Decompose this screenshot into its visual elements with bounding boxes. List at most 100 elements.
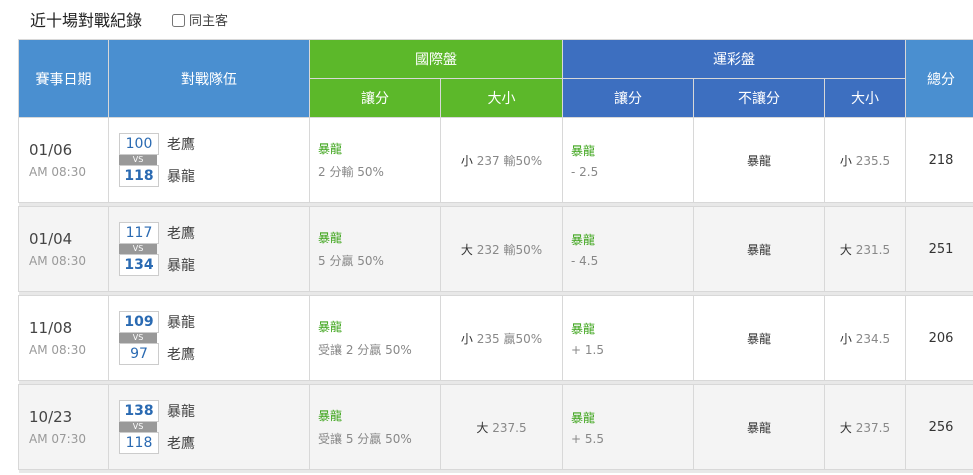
- lottery-handicap-cell: 暴龍 + 5.5: [562, 384, 694, 470]
- table-row: 01/06 AM 08:30 100 老鷹 VS 118 暴龍 暴龍 2 分輸 50…: [18, 117, 973, 203]
- vs-badge: VS: [119, 155, 157, 165]
- col-total-header: 總分: [905, 39, 973, 118]
- intl-overunder-cell: 大 237.5: [440, 384, 563, 470]
- intl-ou-value: 237 輸50%: [476, 153, 543, 168]
- col-lottery-handicap: 讓分: [562, 78, 694, 118]
- table-row: 11/08 AM 08:30 109 暴龍 VS 97 老鷹 暴龍 受讓 2 分贏 …: [18, 295, 973, 381]
- team1-name[interactable]: 老鷹: [167, 223, 195, 243]
- lottery-ou-side: 小: [839, 331, 852, 346]
- lottery-handicap-line: + 5.5: [571, 431, 604, 446]
- team1-score: 109: [119, 311, 159, 333]
- lottery-handicap-team: 暴龍: [571, 410, 596, 425]
- col-lottery-header: 運彩盤: [561, 39, 907, 79]
- lottery-handicap-cell: 暴龍 + 1.5: [562, 295, 694, 381]
- lottery-ou-side: 小: [839, 153, 852, 168]
- lottery-ou-value: 235.5: [855, 153, 891, 168]
- intl-ou-value: 235 贏50%: [476, 331, 543, 346]
- teams-cell: 138 暴龍 VS 118 老鷹: [108, 384, 310, 470]
- vs-badge: VS: [119, 422, 157, 432]
- intl-handicap-cell: 暴龍 受讓 5 分贏 50%: [309, 384, 441, 470]
- head-to-head-table: 賽事日期 對戰隊伍 國際盤 運彩盤 總分 讓分 大小 讓分 不讓分 大小 01/…: [18, 39, 973, 473]
- lottery-handicap-line: - 2.5: [571, 164, 599, 179]
- game-time: AM 08:30: [29, 254, 86, 268]
- game-date: 10/23: [29, 408, 73, 426]
- col-intl-handicap: 讓分: [309, 78, 441, 118]
- team1-name[interactable]: 暴龍: [167, 312, 195, 332]
- intl-overunder-cell: 大 232 輸50%: [440, 206, 563, 292]
- lottery-no-handicap-cell: 暴龍: [693, 117, 825, 203]
- intl-handicap-result: 5 分贏 50%: [318, 254, 384, 268]
- game-date: 01/06: [29, 141, 73, 159]
- lottery-overunder-cell: 大 237.5: [823, 384, 907, 470]
- col-intl-overunder: 大小: [440, 78, 563, 118]
- team1-name[interactable]: 暴龍: [167, 401, 195, 421]
- lottery-no-handicap-cell: 暴龍: [693, 295, 825, 381]
- lottery-no-handicap-cell: 暴龍: [693, 206, 825, 292]
- team2-name[interactable]: 老鷹: [167, 344, 195, 364]
- intl-handicap-team: 暴龍: [318, 320, 343, 334]
- same-home-away-toggle[interactable]: 同主客: [172, 10, 228, 29]
- intl-overunder-cell: 小 235 贏50%: [440, 295, 563, 381]
- team2-score: 97: [119, 343, 159, 365]
- team1-name[interactable]: 老鷹: [167, 134, 195, 154]
- col-lottery-no-handicap: 不讓分: [693, 78, 825, 118]
- intl-ou-value: 232 輸50%: [476, 242, 543, 257]
- same-home-away-checkbox[interactable]: [172, 14, 185, 27]
- teams-cell: 117 老鷹 VS 134 暴龍: [108, 206, 310, 292]
- total-score: 256: [905, 384, 973, 470]
- date-cell: 01/06 AM 08:30: [18, 117, 109, 203]
- intl-handicap-cell: 暴龍 2 分輸 50%: [309, 117, 441, 203]
- game-time: AM 08:30: [29, 343, 86, 357]
- team1-score: 100: [119, 133, 159, 155]
- team2-score: 118: [119, 432, 159, 454]
- team1-score: 117: [119, 222, 159, 244]
- col-intl-header: 國際盤: [309, 39, 563, 79]
- lottery-overunder-cell: 小 235.5: [823, 117, 907, 203]
- intl-ou-side: 大: [476, 420, 489, 435]
- intl-handicap-team: 暴龍: [318, 142, 343, 156]
- intl-handicap-result: 受讓 2 分贏 50%: [318, 343, 412, 357]
- lottery-handicap-team: 暴龍: [571, 143, 596, 158]
- team1-score: 138: [119, 400, 159, 422]
- total-score: 206: [905, 295, 973, 381]
- intl-handicap-team: 暴龍: [318, 231, 343, 245]
- intl-handicap-team: 暴龍: [318, 409, 343, 423]
- date-cell: 01/04 AM 08:30: [18, 206, 109, 292]
- lottery-ou-side: 大: [839, 420, 852, 435]
- lottery-overunder-cell: 大 231.5: [823, 206, 907, 292]
- teams-cell: 100 老鷹 VS 118 暴龍: [108, 117, 310, 203]
- team2-score: 134: [119, 254, 159, 276]
- col-teams-header: 對戰隊伍: [108, 39, 310, 118]
- team2-name[interactable]: 老鷹: [167, 433, 195, 453]
- intl-handicap-result: 2 分輸 50%: [318, 165, 384, 179]
- lottery-ou-value: 231.5: [855, 242, 891, 257]
- date-cell: 10/23 AM 07:30: [18, 384, 109, 470]
- teams-cell: 109 暴龍 VS 97 老鷹: [108, 295, 310, 381]
- date-cell: 11/08 AM 08:30: [18, 295, 109, 381]
- team2-name[interactable]: 暴龍: [167, 166, 195, 186]
- intl-ou-side: 大: [460, 242, 473, 257]
- same-home-away-label: 同主客: [189, 14, 229, 29]
- lottery-handicap-team: 暴龍: [571, 321, 596, 336]
- intl-ou-value: 237.5: [492, 420, 527, 435]
- section-title: 近十場對戰紀錄: [30, 11, 143, 30]
- intl-ou-side: 小: [460, 153, 473, 168]
- lottery-handicap-cell: 暴龍 - 2.5: [562, 117, 694, 203]
- lottery-ou-value: 234.5: [855, 331, 891, 346]
- vs-badge: VS: [119, 333, 157, 343]
- intl-ou-side: 小: [460, 331, 473, 346]
- game-date: 11/08: [29, 319, 73, 337]
- intl-handicap-cell: 暴龍 受讓 2 分贏 50%: [309, 295, 441, 381]
- team2-name[interactable]: 暴龍: [167, 255, 195, 275]
- intl-handicap-result: 受讓 5 分贏 50%: [318, 432, 412, 446]
- intl-handicap-cell: 暴龍 5 分贏 50%: [309, 206, 441, 292]
- col-lottery-overunder: 大小: [823, 78, 907, 118]
- section-header: 近十場對戰紀錄 同主客: [0, 0, 973, 38]
- game-time: AM 08:30: [29, 165, 86, 179]
- lottery-handicap-team: 暴龍: [571, 232, 596, 247]
- team2-score: 118: [119, 165, 159, 187]
- game-date: 01/04: [29, 230, 73, 248]
- lottery-handicap-line: + 1.5: [571, 342, 604, 357]
- lottery-overunder-cell: 小 234.5: [823, 295, 907, 381]
- table-row: 10/23 AM 07:30 138 暴龍 VS 118 老鷹 暴龍 受讓 5 分贏…: [18, 384, 973, 470]
